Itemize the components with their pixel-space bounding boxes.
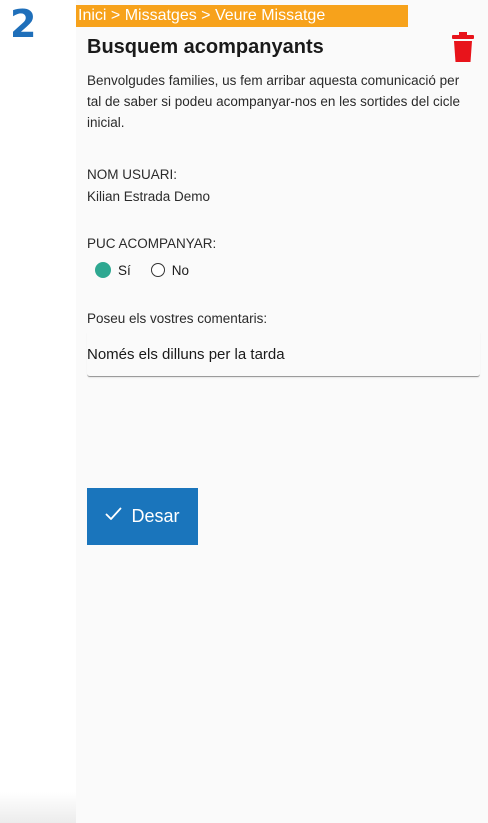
user-field-value: Kilian Estrada Demo — [87, 189, 211, 204]
comments-field-label: Poseu els vostres comentaris: — [87, 311, 268, 326]
trash-icon[interactable] — [450, 31, 476, 63]
accompany-radio-group: Sí No — [95, 260, 209, 280]
radio-label-no: No — [171, 262, 190, 278]
accompany-field-label: PUC ACOMPANYAR: — [87, 236, 217, 251]
save-button[interactable]: Desar — [87, 488, 198, 545]
message-title: Busquem acompanyants — [87, 36, 324, 58]
breadcrumb[interactable]: Inici > Missatges > Veure Missatge — [76, 5, 408, 27]
user-field-label: NOM USUARI: — [87, 167, 178, 182]
radio-option-no[interactable]: No — [150, 262, 209, 278]
comments-input-container[interactable] — [87, 332, 480, 377]
check-icon — [106, 507, 122, 520]
radio-option-si[interactable]: Sí — [95, 262, 151, 278]
save-button-label: Desar — [131, 506, 180, 526]
bottom-shadow — [0, 792, 76, 823]
app-screen: Inici > Missatges > Veure Missatge Busqu… — [76, 0, 488, 823]
step-number: 2 — [10, 2, 37, 46]
message-description: Benvolgudes families, us fem arribar aqu… — [87, 73, 460, 130]
radio-label-si: Sí — [118, 262, 131, 278]
radio-selected-icon[interactable] — [95, 262, 111, 278]
comments-input[interactable] — [87, 332, 480, 376]
radio-unselected-icon[interactable] — [150, 263, 165, 277]
